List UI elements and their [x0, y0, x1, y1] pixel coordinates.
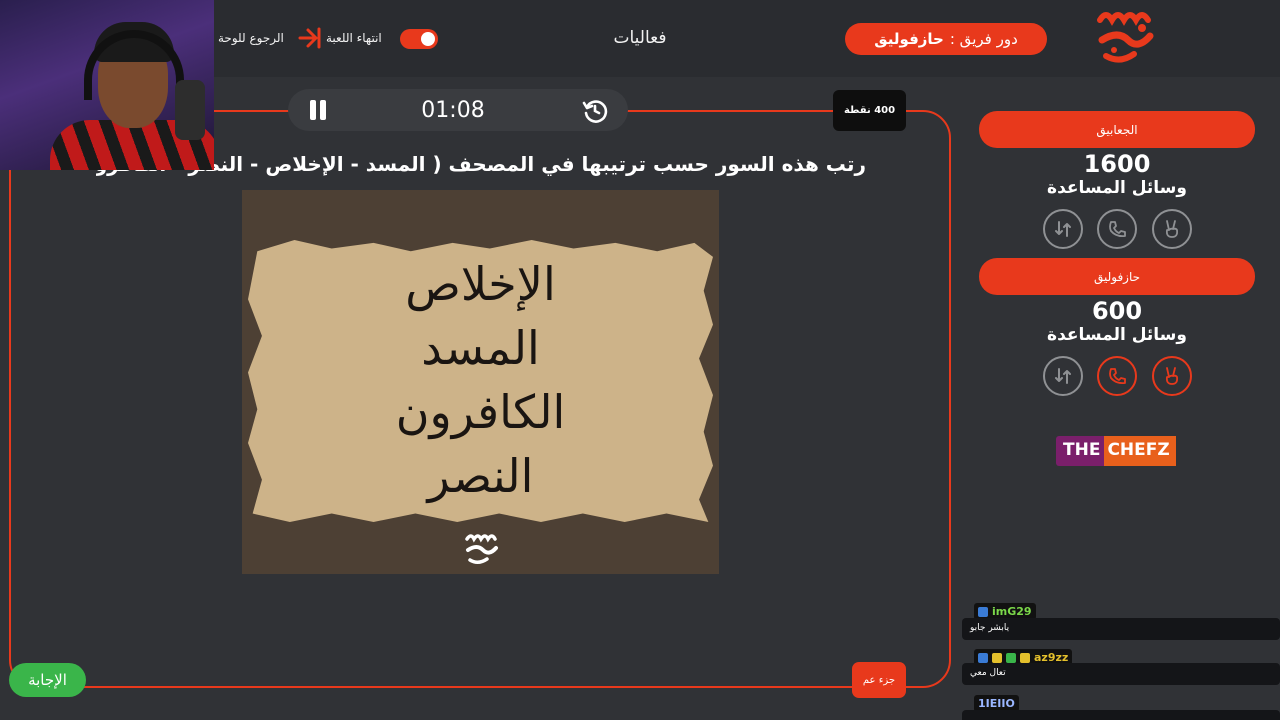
chat-badge-icon [992, 652, 1002, 663]
chat-user-name: 1IEIIO [978, 697, 1015, 710]
helpers-title: وسائل المساعدة [1047, 178, 1187, 198]
sponsor-part-1: THE [1056, 436, 1105, 466]
question-image: الإخلاص المسد الكافرون النصر [242, 190, 719, 574]
pause-icon[interactable] [309, 100, 327, 120]
seen-jeem-logo [1097, 12, 1154, 63]
parchment-line: الإخلاص [405, 257, 556, 311]
webcam-microphone [175, 80, 205, 140]
end-game-label[interactable]: انتهاء اللعبة [326, 31, 382, 45]
swap-icon[interactable] [1043, 356, 1083, 396]
end-game-toggle[interactable] [400, 29, 438, 49]
phone-icon[interactable] [1097, 209, 1137, 249]
chat-user-name: imG29 [992, 605, 1032, 618]
phone-icon[interactable] [1097, 356, 1137, 396]
watermark-logo [465, 534, 498, 564]
parchment-line: النصر [427, 449, 534, 503]
sponsor-logo: THE CHEFZ [1056, 436, 1180, 466]
parchment-text: الإخلاص المسد الكافرون النصر [242, 252, 719, 508]
helpers-title: وسائل المساعدة [1047, 325, 1187, 345]
team-name-bar: الجعابيق [979, 111, 1255, 148]
timer-value: 01:08 [421, 98, 485, 123]
chat-badge-icon [1006, 652, 1016, 663]
page-title: فعاليات [613, 28, 667, 48]
app-root: دور فريق : حازفوليق فعاليات انتهاء اللعب… [0, 0, 1280, 720]
category-badge: جزء عم [852, 662, 906, 698]
chat-badge-icon [1020, 652, 1030, 663]
swap-icon[interactable] [1043, 209, 1083, 249]
peace-hand-icon[interactable] [1152, 356, 1192, 396]
show-answer-button[interactable]: الإجابة [9, 663, 86, 697]
chat-badge-icon [978, 652, 988, 663]
timer-bar: 01:08 [288, 89, 628, 131]
chat-message: يابشر جابو [962, 618, 1280, 640]
chat-message [962, 710, 1280, 720]
parchment-line: الكافرون [395, 385, 566, 439]
toggle-knob [421, 32, 435, 46]
chat-message: تعال معي [962, 663, 1280, 685]
team-score: 600 [1091, 297, 1143, 325]
current-turn-pill: دور فريق : حازفوليق [845, 23, 1047, 55]
chat-badge-icon [978, 606, 988, 617]
team-score: 1600 [1083, 150, 1151, 178]
points-badge: 400 نقطة [833, 90, 906, 131]
parchment-line: المسد [421, 321, 540, 375]
team-name-bar: حازفوليق [979, 258, 1255, 295]
back-arrow-icon[interactable] [296, 26, 322, 50]
turn-label: دور فريق : [949, 30, 1018, 48]
sponsor-part-2: CHEFZ [1104, 436, 1176, 466]
streamer-webcam [0, 0, 214, 170]
peace-hand-icon[interactable] [1152, 209, 1192, 249]
back-to-board-link[interactable]: الرجوع للوحة [218, 31, 284, 45]
restart-timer-icon[interactable] [582, 98, 608, 124]
turn-team-name: حازفوليق [874, 30, 944, 48]
